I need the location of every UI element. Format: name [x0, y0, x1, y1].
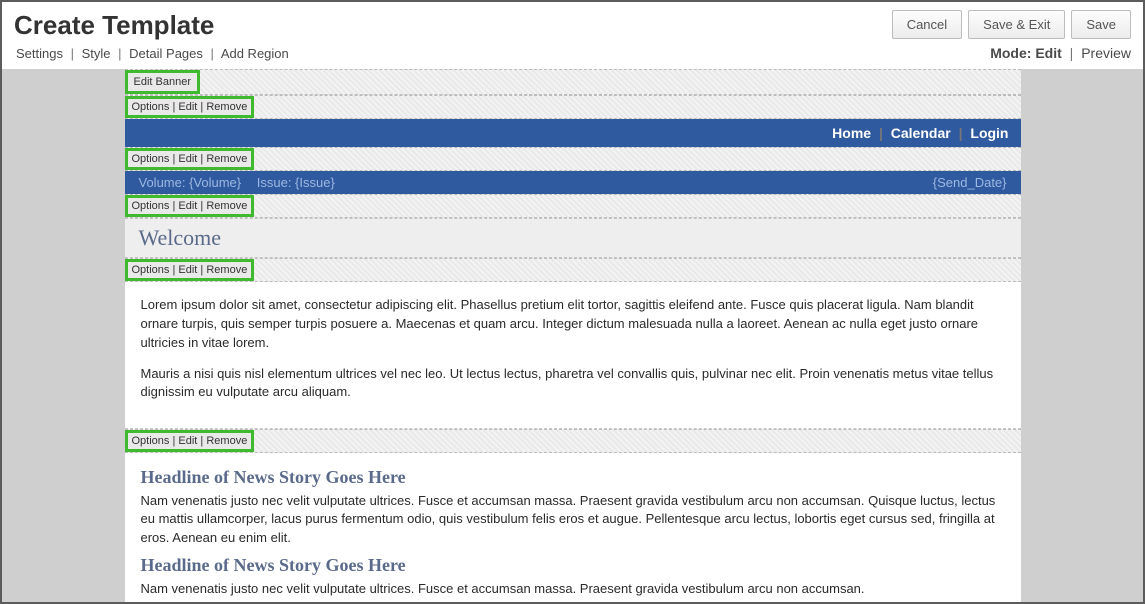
subnav-detail-pages[interactable]: Detail Pages	[129, 46, 203, 61]
body-region: Lorem ipsum dolor sit amet, consectetur …	[125, 282, 1021, 429]
save-button[interactable]: Save	[1071, 10, 1131, 39]
options-link[interactable]: Options	[132, 264, 170, 276]
volume-options-box: Options | Edit | Remove	[125, 195, 255, 217]
volume-token: Volume: {Volume}	[139, 175, 242, 190]
edit-link[interactable]: Edit	[178, 200, 197, 212]
subnav-style[interactable]: Style	[82, 46, 111, 61]
remove-link[interactable]: Remove	[206, 264, 247, 276]
options-link[interactable]: Options	[132, 101, 170, 113]
subnav-settings[interactable]: Settings	[16, 46, 63, 61]
news-headline-2: Headline of News Story Goes Here	[141, 555, 1005, 576]
mode-switch: Mode: Edit | Preview	[990, 45, 1131, 61]
body-paragraph-2: Mauris a nisi quis nisl elementum ultric…	[141, 365, 1005, 403]
topbar: Create Template Cancel Save & Exit Save	[2, 2, 1143, 45]
edit-banner-box[interactable]: Edit Banner	[125, 70, 200, 94]
top-buttons: Cancel Save & Exit Save	[892, 10, 1131, 39]
news-region: Headline of News Story Goes Here Nam ven…	[125, 453, 1021, 603]
welcome-options-box: Options | Edit | Remove	[125, 259, 255, 281]
divider: |	[959, 125, 967, 141]
subnav-add-region[interactable]: Add Region	[221, 46, 289, 61]
body-options-strip: Options | Edit | Remove	[125, 429, 1021, 453]
issue-token: Issue: {Issue}	[257, 175, 335, 190]
divider: |	[118, 46, 121, 61]
edit-banner-label: Edit Banner	[128, 73, 197, 91]
edit-link[interactable]: Edit	[178, 264, 197, 276]
divider: |	[1070, 45, 1074, 61]
welcome-region: Welcome	[125, 218, 1021, 258]
volume-options-strip: Options | Edit | Remove	[125, 194, 1021, 218]
template-canvas: Edit Banner Options | Edit | Remove Home…	[125, 69, 1021, 603]
save-exit-button[interactable]: Save & Exit	[968, 10, 1065, 39]
subnav: Settings | Style | Detail Pages | Add Re…	[16, 46, 289, 61]
canvas-area: Edit Banner Options | Edit | Remove Home…	[2, 69, 1143, 603]
news-paragraph-2: Nam venenatis justo nec velit vulputate …	[141, 580, 1005, 598]
nav-home[interactable]: Home	[832, 125, 871, 141]
cancel-button[interactable]: Cancel	[892, 10, 962, 39]
remove-link[interactable]: Remove	[206, 200, 247, 212]
edit-link[interactable]: Edit	[178, 435, 197, 447]
subbar: Settings | Style | Detail Pages | Add Re…	[2, 45, 1143, 69]
options-link[interactable]: Options	[132, 435, 170, 447]
edit-link[interactable]: Edit	[178, 101, 197, 113]
send-date-token: {Send_Date}	[933, 175, 1007, 190]
news-paragraph-1: Nam venenatis justo nec velit vulputate …	[141, 492, 1005, 547]
mode-preview[interactable]: Preview	[1081, 45, 1131, 61]
nav-bar: Home | Calendar | Login	[125, 119, 1021, 147]
mode-label: Mode:	[990, 45, 1031, 61]
divider: |	[71, 46, 74, 61]
banner-region-header: Edit Banner	[125, 69, 1021, 95]
remove-link[interactable]: Remove	[206, 101, 247, 113]
welcome-heading: Welcome	[139, 225, 1007, 251]
banner-options-strip: Options | Edit | Remove	[125, 95, 1021, 119]
options-link[interactable]: Options	[132, 153, 170, 165]
volume-left: Volume: {Volume} Issue: {Issue}	[139, 175, 347, 190]
banner-options-box: Options | Edit | Remove	[125, 96, 255, 118]
remove-link[interactable]: Remove	[206, 435, 247, 447]
mode-edit[interactable]: Edit	[1035, 45, 1061, 61]
nav-options-box: Options | Edit | Remove	[125, 148, 255, 170]
options-link[interactable]: Options	[132, 200, 170, 212]
app-frame: Create Template Cancel Save & Exit Save …	[0, 0, 1145, 604]
template-body: Edit Banner Options | Edit | Remove Home…	[125, 69, 1021, 603]
divider: |	[211, 46, 214, 61]
nav-calendar[interactable]: Calendar	[891, 125, 951, 141]
welcome-options-strip: Options | Edit | Remove	[125, 258, 1021, 282]
page-title: Create Template	[14, 10, 214, 41]
body-options-box: Options | Edit | Remove	[125, 430, 255, 452]
news-headline-1: Headline of News Story Goes Here	[141, 467, 1005, 488]
divider: |	[879, 125, 887, 141]
edit-link[interactable]: Edit	[178, 153, 197, 165]
remove-link[interactable]: Remove	[206, 153, 247, 165]
nav-login[interactable]: Login	[970, 125, 1008, 141]
volume-bar: Volume: {Volume} Issue: {Issue} {Send_Da…	[125, 171, 1021, 194]
body-paragraph-1: Lorem ipsum dolor sit amet, consectetur …	[141, 296, 1005, 353]
nav-options-strip: Options | Edit | Remove	[125, 147, 1021, 171]
